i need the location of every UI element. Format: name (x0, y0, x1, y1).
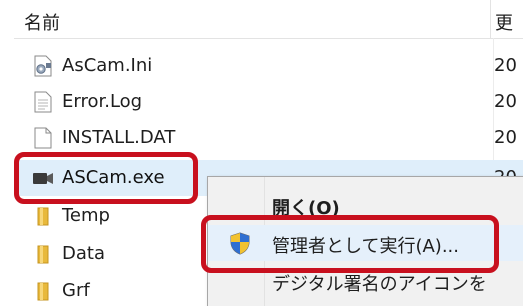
file-row-error-log[interactable]: Error.Log 20 (18, 84, 523, 120)
menu-item-label: 開く(O) (272, 198, 340, 219)
text-file-icon (32, 91, 54, 113)
folder-icon (32, 243, 54, 265)
file-date: 20 (494, 55, 517, 76)
column-header-name[interactable]: 名前 (24, 9, 60, 35)
file-name: INSTALL.DAT (62, 127, 176, 148)
file-date: 20 (494, 91, 517, 112)
file-row-install-dat[interactable]: INSTALL.DAT 20 (18, 120, 523, 156)
folder-name: Grf (62, 280, 90, 301)
folder-name: Temp (62, 205, 110, 226)
column-header-row: 名前 更 (14, 0, 523, 39)
uac-shield-icon (228, 231, 252, 255)
menu-item-digital-signature[interactable]: デジタル署名のアイコンを (208, 263, 523, 299)
column-header-date[interactable]: 更 (495, 9, 513, 35)
menu-item-open[interactable]: 開く(O) (208, 187, 523, 223)
menu-item-label: デジタル署名のアイコンを (272, 274, 487, 295)
file-name: Error.Log (62, 91, 143, 112)
folder-icon (32, 205, 54, 227)
file-explorer-view: 名前 更 AsCam.Ini 20 Error.Log 20 INSTALL.D… (0, 0, 523, 306)
file-row-ascam-ini[interactable]: AsCam.Ini 20 (18, 48, 523, 84)
file-name: ASCam.exe (62, 167, 165, 188)
file-date: 20 (494, 127, 517, 148)
video-camera-app-icon (32, 167, 54, 189)
column-divider[interactable] (490, 0, 491, 38)
context-menu: 開く(O) 管理者として実行(A)... デジタル署名のアイコンを (207, 176, 523, 306)
folder-name: Data (62, 243, 105, 264)
file-name: AsCam.Ini (62, 55, 153, 76)
settings-file-icon (32, 55, 54, 77)
folder-icon (32, 280, 54, 302)
menu-item-label: 管理者として実行(A)... (272, 236, 459, 257)
menu-item-run-as-admin[interactable]: 管理者として実行(A)... (208, 225, 523, 261)
blank-file-icon (32, 127, 54, 149)
